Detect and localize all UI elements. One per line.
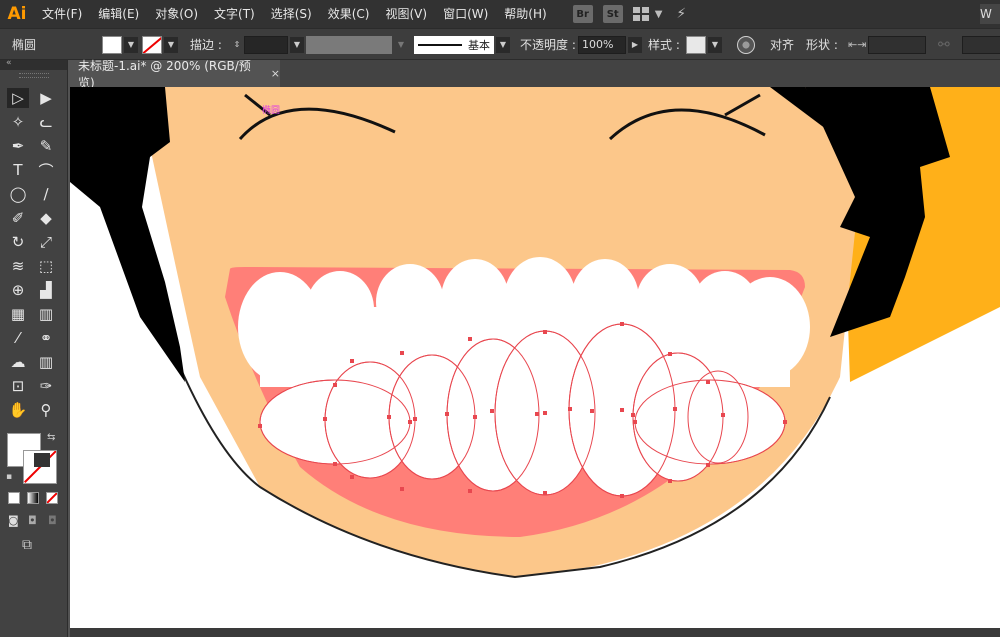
align-button[interactable]: 对齐 (770, 29, 794, 60)
stock-button[interactable]: St (602, 5, 623, 23)
brush-dropdown-icon[interactable]: ▼ (496, 36, 510, 53)
scale-tool-icon[interactable]: ⤢ (35, 232, 57, 252)
profile-dropdown-icon[interactable]: ▼ (394, 37, 408, 53)
tools-panel: « ▷ ▶ ✧ ᓚ ✒ ✎ T ⌒ ◯ ∕ ✐ ◆ ↻ ⤢ ≋ ⬚ ⊕ ▟ ▦ ▥ ⁄ ⚭ ☁ ▥ ⊡ ✑ ✋ ⚲ ⇆ ▪ ◙ ◘ ◘… (0, 58, 68, 637)
opacity-arrow-icon[interactable]: ▶ (628, 36, 642, 53)
draw-normal-icon[interactable]: ◙ (8, 514, 19, 527)
illustrator-logo[interactable]: Ai (0, 0, 34, 28)
gradient-mode-icon[interactable] (27, 492, 39, 504)
stroke-color-box[interactable] (23, 450, 57, 484)
magic-wand-tool-icon[interactable]: ✧ (7, 112, 29, 132)
fill-swatch[interactable] (102, 35, 122, 54)
swap-fill-stroke-icon[interactable]: ⇆ (47, 432, 55, 443)
hair-left (70, 87, 185, 382)
draw-behind-icon[interactable]: ◘ (28, 514, 37, 527)
stroke-weight-stepper[interactable]: ⇕ (230, 37, 244, 53)
workspace-switcher[interactable]: W (980, 4, 1000, 24)
hand-tool-icon[interactable]: ✋ (7, 400, 29, 420)
free-transform-tool-icon[interactable]: ⬚ (35, 256, 57, 276)
close-icon[interactable]: × (271, 67, 280, 80)
rotate-tool-icon[interactable]: ↻ (7, 232, 29, 252)
artboard-canvas[interactable]: 椭圆 (70, 87, 1000, 628)
direct-selection-tool-icon[interactable]: ▶ (35, 88, 57, 108)
tools-grip[interactable] (0, 70, 67, 80)
brush-definition[interactable]: 基本 (414, 35, 494, 54)
menu-window[interactable]: 窗口(W) (435, 0, 496, 28)
column-graph-tool-icon[interactable]: ▥ (35, 352, 57, 372)
style-label: 样式 : (648, 38, 680, 52)
zoom-tool-icon[interactable]: ⚲ (35, 400, 57, 420)
style-dropdown-icon[interactable]: ▼ (708, 36, 722, 53)
gradient-tool-icon[interactable]: ▥ (35, 304, 57, 324)
stroke-label: 描边 : (190, 38, 222, 52)
shape-label: 形状 : (806, 38, 838, 52)
shaper-tool-icon[interactable]: ✐ (7, 208, 29, 228)
opacity-label: 不透明度 : (520, 38, 576, 52)
arrange-documents-icon[interactable] (632, 7, 649, 21)
draw-inside-icon[interactable]: ◘ (48, 514, 57, 527)
anchor-hint-label: 椭圆 (262, 104, 280, 116)
slice-tool-icon[interactable]: ✑ (35, 376, 57, 396)
document-tab-bar: 未标题-1.ai* @ 200% (RGB/预览) × (70, 59, 1000, 90)
stroke-dropdown-icon[interactable]: ▼ (164, 36, 178, 53)
recolor-artwork-icon[interactable] (737, 35, 755, 54)
perspective-grid-tool-icon[interactable]: ▟ (35, 280, 57, 300)
menu-object[interactable]: 对象(O) (147, 0, 206, 28)
menu-type[interactable]: 文字(T) (206, 0, 263, 28)
shape-height-field[interactable] (962, 35, 1000, 54)
fill-dropdown-icon[interactable]: ▼ (124, 36, 138, 53)
mesh-tool-icon[interactable]: ▦ (7, 304, 29, 324)
gpu-performance-icon[interactable]: ⚡ (676, 6, 686, 22)
collapse-icon[interactable]: « (6, 58, 12, 68)
default-colors-icon[interactable]: ▪ (6, 472, 12, 482)
menu-file[interactable]: 文件(F) (34, 0, 90, 28)
stroke-weight-dropdown-icon[interactable]: ▼ (290, 36, 304, 53)
ellipse-tool-icon[interactable]: ◯ (7, 184, 29, 204)
color-mode-icon[interactable] (8, 492, 20, 504)
artwork: 椭圆 (70, 87, 1000, 579)
opacity-field[interactable]: 100% (578, 35, 626, 54)
tools-panel-header[interactable]: « (0, 58, 67, 70)
warp-tool-icon[interactable]: ≋ (7, 256, 29, 276)
menu-view[interactable]: 视图(V) (377, 0, 435, 28)
link-icon[interactable]: ⚯ (938, 29, 950, 60)
stroke-weight-field[interactable] (244, 35, 288, 54)
eraser-tool-icon[interactable]: ◆ (35, 208, 57, 228)
blend-tool-icon[interactable]: ⚭ (35, 328, 57, 348)
width-icon: ⇤⇥ (848, 38, 867, 51)
menu-bar: Ai 文件(F) 编辑(E) 对象(O) 文字(T) 选择(S) 效果(C) 视… (0, 0, 1000, 28)
horizontal-scrollbar[interactable] (70, 628, 1000, 637)
eyedropper-tool-icon[interactable]: ⁄ (7, 328, 29, 348)
paintbrush-tool-icon[interactable]: ∕ (35, 184, 57, 204)
menu-select[interactable]: 选择(S) (263, 0, 320, 28)
shape-width-field[interactable] (868, 35, 926, 54)
artboard-tool-icon[interactable]: ⊡ (7, 376, 29, 396)
pen-tool-icon[interactable]: ✒ (7, 136, 29, 156)
menu-effect[interactable]: 效果(C) (320, 0, 378, 28)
curvature-tool-icon[interactable]: ✎ (35, 136, 57, 156)
arc-tool-icon[interactable]: ⌒ (35, 160, 57, 180)
none-mode-icon[interactable] (46, 492, 58, 504)
type-tool-icon[interactable]: T (7, 160, 29, 180)
graphic-style-swatch[interactable] (686, 35, 706, 54)
current-tool-label: 椭圆 (12, 38, 37, 52)
document-tab[interactable]: 未标题-1.ai* @ 200% (RGB/预览) × (70, 59, 280, 90)
screen-mode-icon[interactable]: ⧉ (22, 537, 32, 553)
stroke-swatch[interactable] (142, 35, 162, 54)
chevron-down-icon[interactable]: ▼ (655, 9, 663, 20)
menu-edit[interactable]: 编辑(E) (90, 0, 147, 28)
lasso-tool-icon[interactable]: ᓚ (35, 112, 57, 132)
selection-tool-icon[interactable]: ▷ (7, 88, 29, 108)
menu-help[interactable]: 帮助(H) (496, 0, 554, 28)
symbol-sprayer-tool-icon[interactable]: ☁ (7, 352, 29, 372)
bridge-button[interactable]: Br (572, 5, 593, 23)
document-tab-title: 未标题-1.ai* @ 200% (RGB/预览) (78, 58, 251, 90)
shape-builder-tool-icon[interactable]: ⊕ (7, 280, 29, 300)
variable-width-profile[interactable] (306, 35, 392, 54)
control-bar: 椭圆 ▼ ▼ 描边 : ⇕ ▼ ▼ 基本 ▼ 不透明度 : 100% ▶ 样式 … (0, 28, 1000, 60)
